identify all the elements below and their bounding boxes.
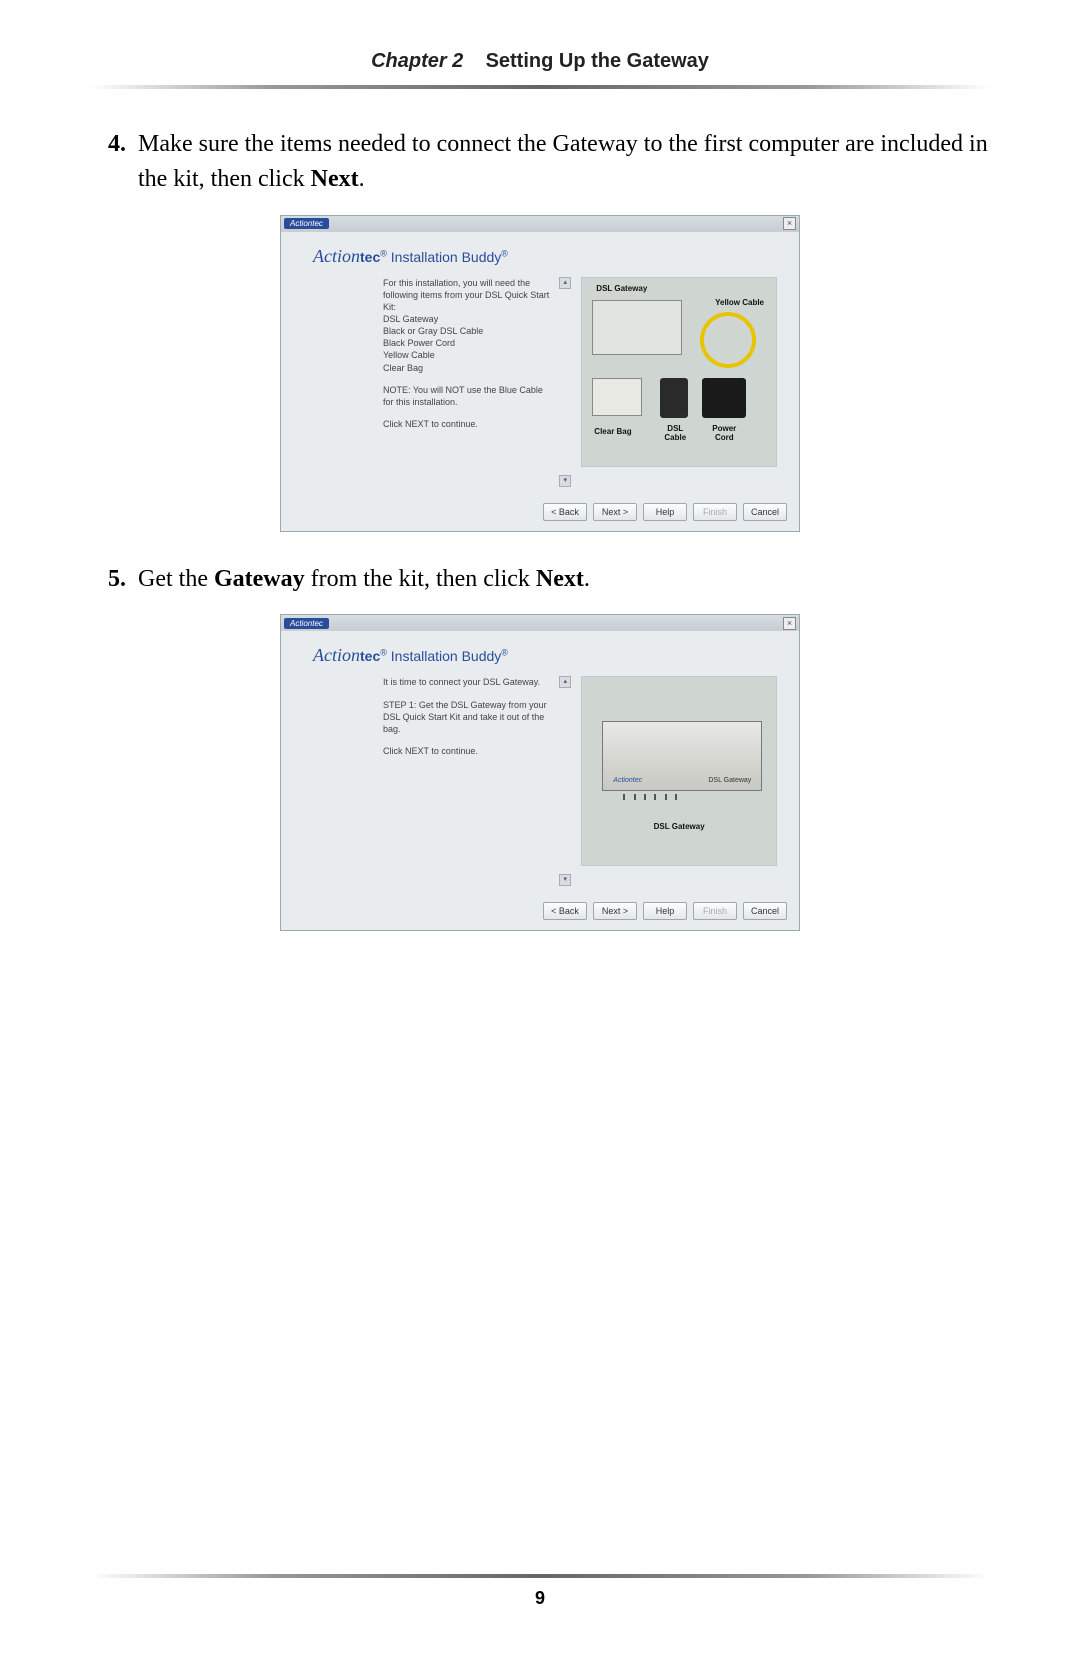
label-yellow: Yellow Cable [715,298,764,307]
instruction-text: It is time to connect your DSL Gateway. … [383,676,549,886]
instruction-text: For this installation, you will need the… [383,277,549,487]
installer-logo: Actiontec® Installation Buddy® [313,246,777,267]
device-photo: Actiontec DSL Gateway DSL Gat [581,676,777,866]
page-header: Chapter 2 Setting Up the Gateway [90,50,990,85]
scroll-down-icon[interactable]: ▾ [559,475,571,487]
page-footer: 9 [0,1574,1080,1609]
help-button[interactable]: Help [643,503,687,521]
step-text: Make sure the items needed to connect th… [138,127,990,197]
step-text: Get the Gateway from the kit, then click… [138,562,990,597]
dslcable-shape [660,378,688,418]
installer-window-1: Actiontec × Actiontec® Installation Budd… [280,215,800,532]
finish-button: Finish [693,503,737,521]
kit-photo: DSL Gateway Yellow Cable Clear Bag DSL C… [581,277,777,467]
installer-window-2: Actiontec × Actiontec® Installation Budd… [280,614,800,931]
device-brand: Actiontec [613,777,642,784]
label-dslcable: DSL Cable [660,424,690,442]
chapter-title: Setting Up the Gateway [486,50,709,72]
brand-chip: Actiontec [284,618,329,629]
installer-footer: < Back Next > Help Finish Cancel [281,896,799,930]
clearbag-shape [592,378,642,416]
step-number: 5. [90,562,138,597]
next-button[interactable]: Next > [593,902,637,920]
installer-logo: Actiontec® Installation Buddy® [313,645,777,666]
yellow-cable-shape [700,312,756,368]
step-number: 4. [90,127,138,197]
label-powercord: Power Cord [704,424,744,442]
finish-button: Finish [693,902,737,920]
label-gateway: DSL Gateway [582,822,776,831]
brand-chip: Actiontec [284,218,329,229]
cancel-button[interactable]: Cancel [743,902,787,920]
scroll-up-icon[interactable]: ▴ [559,277,571,289]
cancel-button[interactable]: Cancel [743,503,787,521]
footer-rule [90,1574,990,1578]
titlebar: Actiontec × [281,216,799,232]
chapter-label: Chapter 2 [371,50,463,72]
label-gateway: DSL Gateway [596,284,647,293]
device-label: DSL Gateway [708,777,751,784]
scrollbar[interactable]: ▴ ▾ [559,676,571,886]
scroll-up-icon[interactable]: ▴ [559,676,571,688]
step-4: 4. Make sure the items needed to connect… [90,127,990,197]
titlebar: Actiontec × [281,615,799,631]
scroll-down-icon[interactable]: ▾ [559,874,571,886]
help-button[interactable]: Help [643,902,687,920]
powercord-shape [702,378,746,418]
back-button[interactable]: < Back [543,503,587,521]
step-5: 5. Get the Gateway from the kit, then cl… [90,562,990,597]
label-clearbag: Clear Bag [594,427,631,436]
header-rule [90,85,990,89]
close-icon[interactable]: × [783,617,796,630]
next-button[interactable]: Next > [593,503,637,521]
scrollbar[interactable]: ▴ ▾ [559,277,571,487]
gateway-device: Actiontec DSL Gateway [602,721,762,791]
gateway-shape [592,300,682,355]
close-icon[interactable]: × [783,217,796,230]
installer-footer: < Back Next > Help Finish Cancel [281,497,799,531]
back-button[interactable]: < Back [543,902,587,920]
page-number: 9 [0,1588,1080,1609]
